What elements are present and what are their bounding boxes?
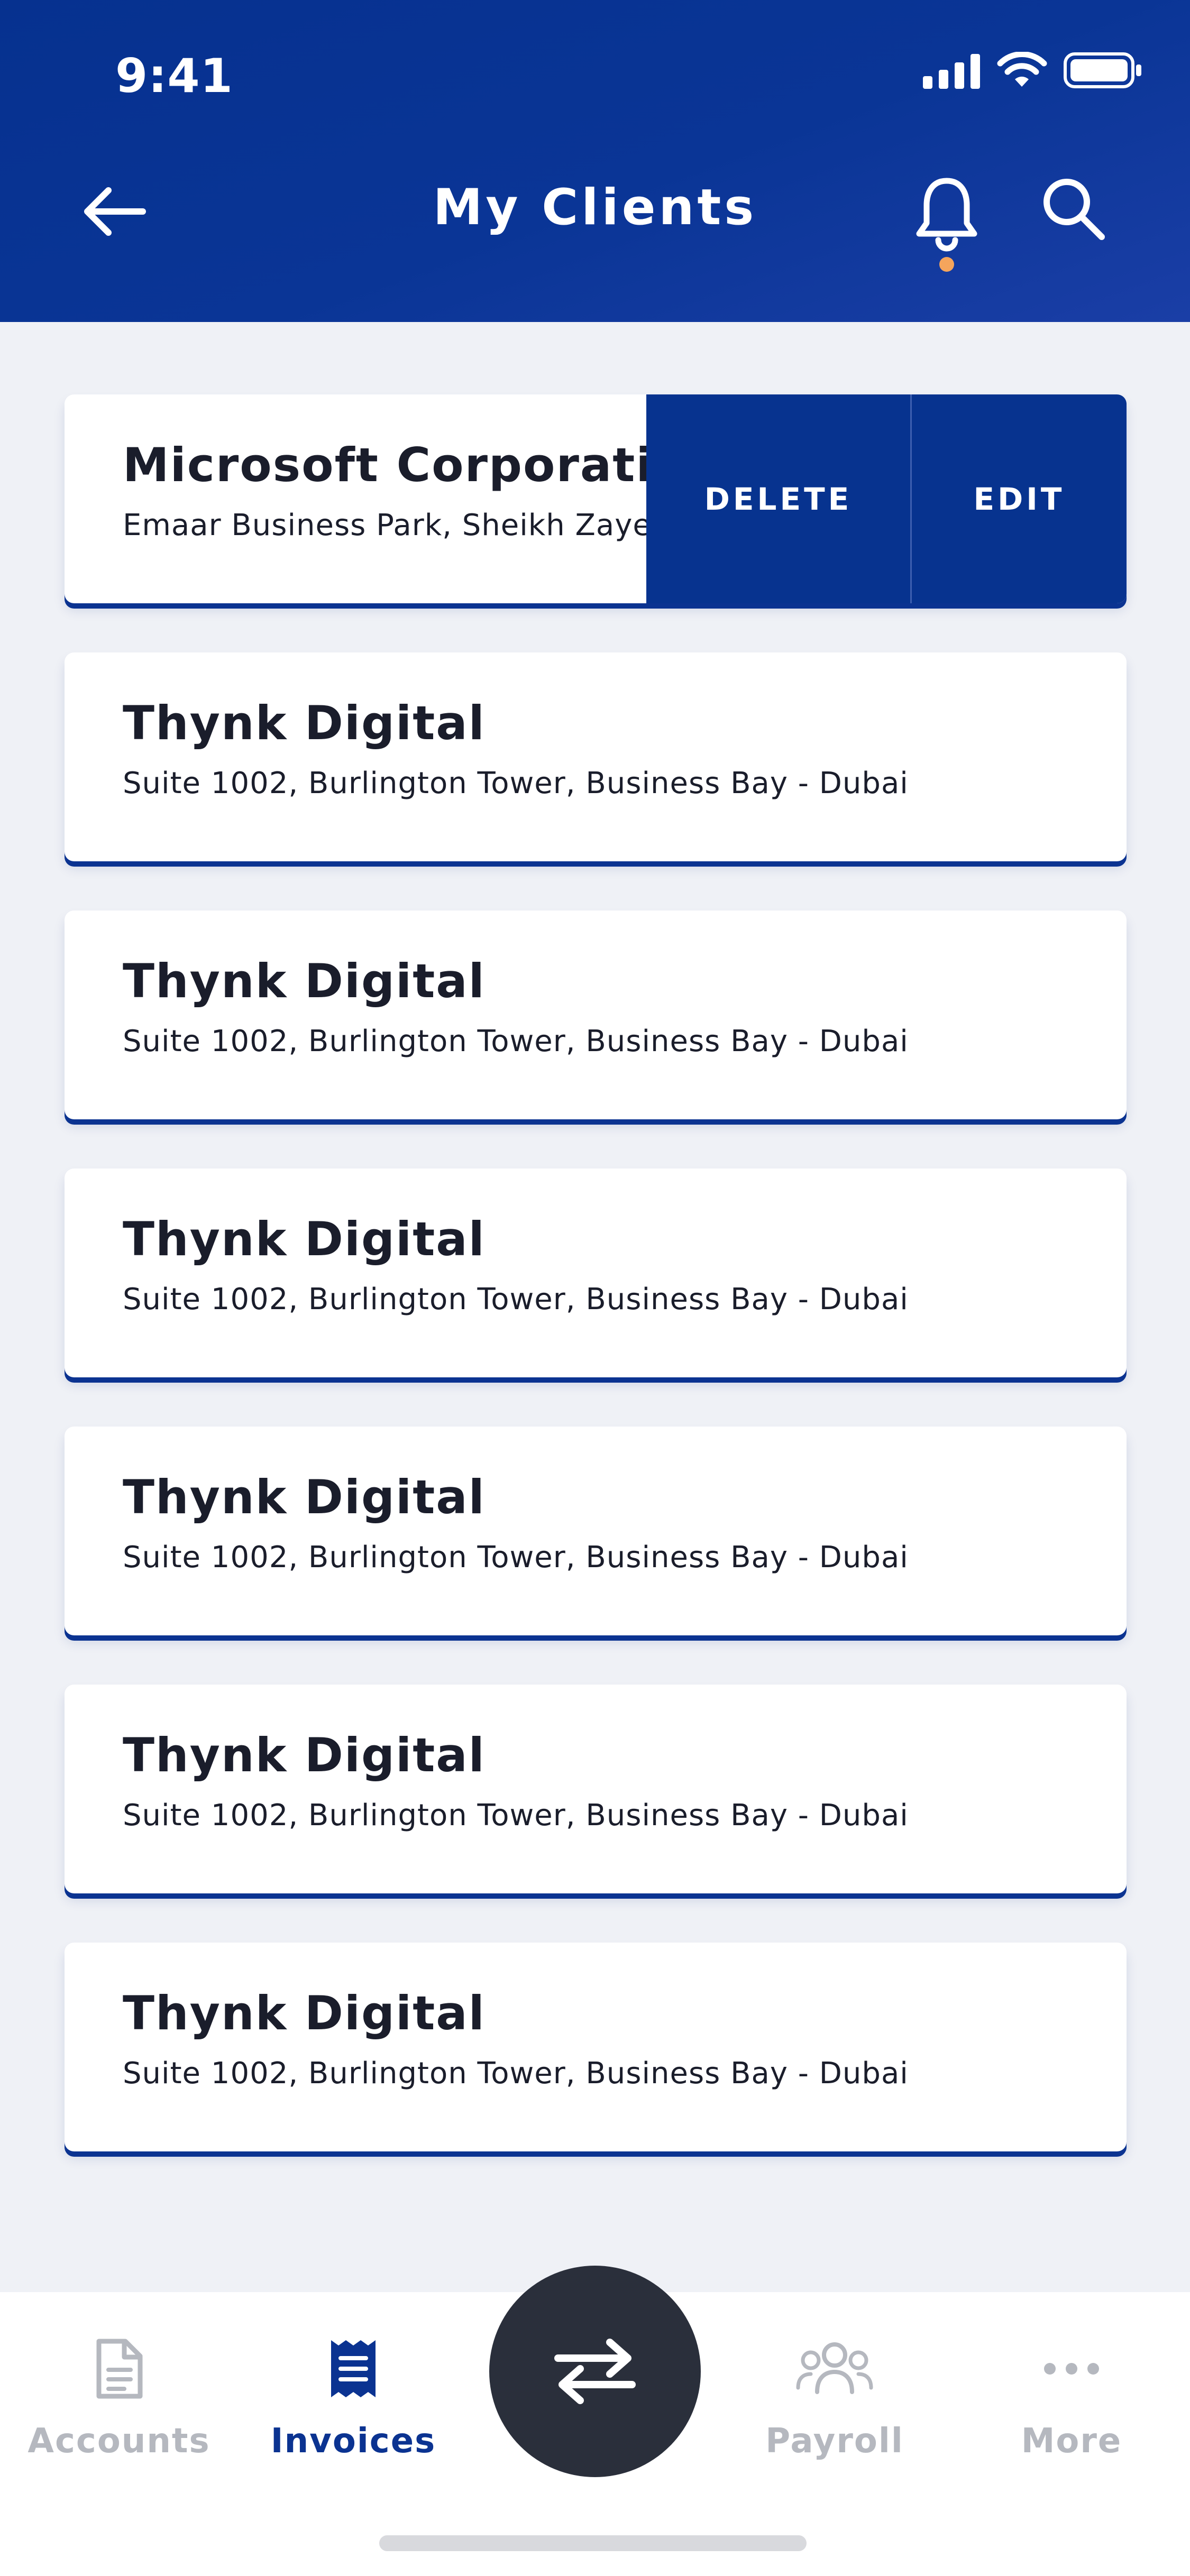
transfer-fab-button[interactable] xyxy=(489,2266,701,2477)
tab-label: Payroll xyxy=(765,2422,904,2461)
transfer-arrows-icon xyxy=(554,2339,636,2404)
client-name: Thynk Digital xyxy=(123,696,486,750)
tab-payroll[interactable]: Payroll xyxy=(729,2292,940,2514)
client-card-swiped[interactable]: Microsoft Corporation Emaar Business Par… xyxy=(65,394,1127,603)
home-indicator[interactable] xyxy=(379,2535,807,2551)
client-address: Suite 1002, Burlington Tower, Business B… xyxy=(123,1540,909,1575)
more-dots-icon xyxy=(1044,2363,1099,2375)
bell-icon xyxy=(916,178,977,272)
notifications-button[interactable] xyxy=(915,174,978,275)
tab-label: Invoices xyxy=(270,2422,436,2461)
client-address: Suite 1002, Burlington Tower, Business B… xyxy=(123,2056,909,2091)
client-name: Microsoft Corporation xyxy=(123,438,704,492)
status-time: 9:41 xyxy=(115,49,233,103)
tab-accounts[interactable]: Accounts xyxy=(13,2292,225,2514)
client-address: Suite 1002, Burlington Tower, Business B… xyxy=(123,766,909,801)
app-header: 9:41 My Clients xyxy=(0,0,1190,322)
cellular-signal-icon xyxy=(923,54,980,89)
my-clients-screen: 9:41 My Clients Microsoft Corporation Em… xyxy=(0,0,1190,2576)
tab-more[interactable]: More xyxy=(966,2292,1177,2514)
document-icon xyxy=(96,2339,143,2399)
client-card[interactable]: Thynk Digital Suite 1002, Burlington Tow… xyxy=(65,910,1127,1119)
client-address: Suite 1002, Burlington Tower, Business B… xyxy=(123,1024,909,1059)
client-card[interactable]: Thynk Digital Suite 1002, Burlington Tow… xyxy=(65,1685,1127,1893)
battery-icon xyxy=(1064,52,1141,88)
client-card[interactable]: Thynk Digital Suite 1002, Burlington Tow… xyxy=(65,1169,1127,1377)
client-name: Thynk Digital xyxy=(123,954,486,1008)
tab-invoices[interactable]: Invoices xyxy=(248,2292,459,2514)
tab-label: More xyxy=(1021,2422,1122,2461)
search-button[interactable] xyxy=(1039,174,1108,243)
client-address: Suite 1002, Burlington Tower, Business B… xyxy=(123,1798,909,1833)
client-address: Emaar Business Park, Sheikh Zayed xyxy=(123,508,671,542)
client-name: Thynk Digital xyxy=(123,1470,486,1524)
swipe-actions: DELETE EDIT xyxy=(646,394,1127,603)
client-card[interactable]: Thynk Digital Suite 1002, Burlington Tow… xyxy=(65,1427,1127,1635)
receipt-icon xyxy=(331,2340,376,2397)
client-name: Thynk Digital xyxy=(123,1728,486,1782)
notification-dot xyxy=(939,257,954,272)
client-list: Microsoft Corporation Emaar Business Par… xyxy=(65,394,1127,2201)
people-icon xyxy=(796,2342,873,2394)
client-card[interactable]: Thynk Digital Suite 1002, Burlington Tow… xyxy=(65,652,1127,861)
tab-label: Accounts xyxy=(28,2422,210,2461)
search-icon xyxy=(1043,179,1105,240)
wifi-icon xyxy=(997,52,1047,87)
status-icons xyxy=(923,52,1142,89)
client-address: Suite 1002, Burlington Tower, Business B… xyxy=(123,1282,909,1317)
client-card[interactable]: Thynk Digital Suite 1002, Burlington Tow… xyxy=(65,1943,1127,2151)
edit-button[interactable]: EDIT xyxy=(912,394,1127,603)
delete-button[interactable]: DELETE xyxy=(646,394,912,603)
client-name: Thynk Digital xyxy=(123,1986,486,2040)
page-title: My Clients xyxy=(433,179,757,236)
client-name: Thynk Digital xyxy=(123,1212,486,1266)
